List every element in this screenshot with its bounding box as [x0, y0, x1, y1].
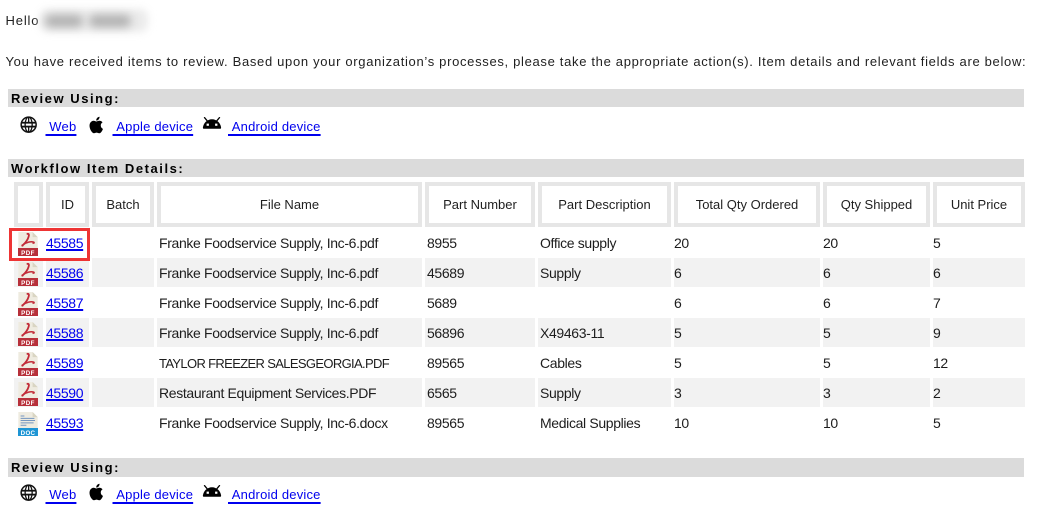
svg-text:PDF: PDF [21, 369, 35, 376]
svg-text:PDF: PDF [21, 339, 35, 346]
svg-text:PDF: PDF [21, 399, 35, 406]
svg-text:PDF: PDF [21, 309, 35, 316]
svg-text:DOC: DOC [21, 429, 36, 436]
svg-text:PDF: PDF [21, 279, 35, 286]
